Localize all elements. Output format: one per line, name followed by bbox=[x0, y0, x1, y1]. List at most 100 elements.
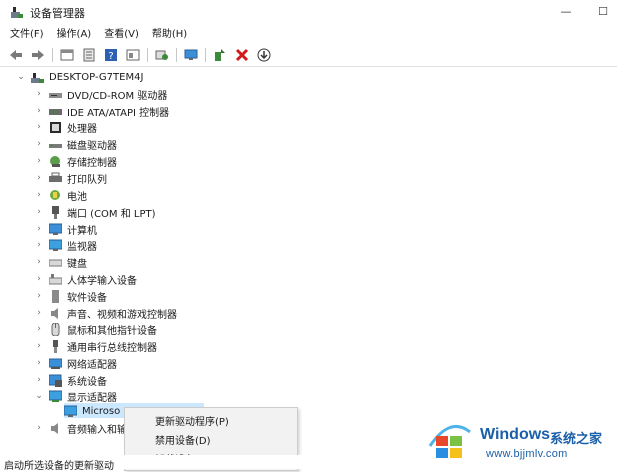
chevron-right-icon[interactable]: › bbox=[34, 305, 44, 321]
chevron-right-icon[interactable]: › bbox=[34, 153, 44, 169]
chevron-right-icon[interactable]: › bbox=[34, 355, 44, 371]
tree-item-label: 鼠标和其他指针设备 bbox=[67, 325, 157, 337]
window-title: 设备管理器 bbox=[30, 7, 85, 20]
tree-item-audio-inputs[interactable]: › 音频输入和输 bbox=[34, 420, 127, 436]
tree-item-label: DVD/CD-ROM 驱动器 bbox=[67, 90, 168, 102]
computer-icon bbox=[49, 223, 62, 235]
tree-item-label: 网络适配器 bbox=[67, 359, 117, 371]
tree-item-label: 显示适配器 bbox=[67, 392, 117, 404]
tree-item[interactable]: › IDE ATA/ATAPI 控制器 bbox=[34, 103, 169, 119]
chevron-right-icon[interactable]: › bbox=[34, 136, 44, 152]
toolbar-separator bbox=[205, 48, 206, 62]
tree-item-label: 音频输入和输 bbox=[67, 424, 127, 436]
toolbar-divider bbox=[0, 66, 617, 67]
tree-item[interactable]: › 电池 bbox=[34, 187, 87, 203]
toolbar: ? bbox=[0, 45, 617, 65]
maximize-button[interactable]: ☐ bbox=[591, 2, 615, 22]
disable-device-menu-item[interactable]: 禁用设备(D) bbox=[155, 432, 211, 447]
tree-item-label: 处理器 bbox=[67, 123, 97, 135]
menu-bar: 文件(F) 操作(A) 查看(V) 帮助(H) bbox=[0, 27, 200, 43]
dvd-drive-icon bbox=[49, 92, 62, 98]
usb-icon bbox=[53, 339, 58, 353]
uninstall-icon[interactable] bbox=[234, 47, 250, 63]
back-icon[interactable] bbox=[8, 47, 24, 63]
menu-file[interactable]: 文件(F) bbox=[10, 27, 51, 43]
tree-item[interactable]: › DVD/CD-ROM 驱动器 bbox=[34, 86, 167, 102]
tree-item[interactable]: › 处理器 bbox=[34, 119, 97, 135]
display-adapter-icon bbox=[49, 390, 62, 402]
update-icon[interactable] bbox=[81, 47, 97, 63]
monitor-icon bbox=[49, 239, 62, 251]
tree-item[interactable]: › 网络适配器 bbox=[34, 355, 117, 371]
tree-item-display-adapters[interactable]: ⌄ 显示适配器 bbox=[34, 388, 117, 404]
tree-item-label: 声音、视频和游戏控制器 bbox=[67, 309, 177, 321]
chevron-right-icon[interactable]: › bbox=[34, 170, 44, 186]
tree-item[interactable]: › 打印队列 bbox=[34, 170, 107, 186]
tree-item[interactable]: › 磁盘驱动器 bbox=[34, 136, 117, 152]
watermark-brand: Windows bbox=[480, 426, 551, 443]
tree-root[interactable]: ⌄ DESKTOP-G7TEM4J bbox=[16, 69, 143, 85]
tree-item[interactable]: › 监视器 bbox=[34, 237, 97, 253]
watermark-url: www.bjjmlv.com bbox=[486, 448, 568, 460]
tree-item[interactable]: › 人体学输入设备 bbox=[34, 271, 137, 287]
chevron-down-icon[interactable]: ⌄ bbox=[16, 69, 26, 85]
chevron-right-icon[interactable]: › bbox=[34, 338, 44, 354]
battery-icon bbox=[50, 189, 60, 200]
tree-item[interactable]: › 鼠标和其他指针设备 bbox=[34, 321, 157, 337]
scan-icon[interactable] bbox=[154, 47, 170, 63]
chevron-right-icon[interactable]: › bbox=[34, 221, 44, 237]
storage-controller-icon bbox=[50, 155, 60, 167]
chevron-right-icon[interactable]: › bbox=[34, 254, 44, 270]
tree-item[interactable]: › 声音、视频和游戏控制器 bbox=[34, 305, 177, 321]
chevron-right-icon[interactable]: › bbox=[34, 204, 44, 220]
hid-icon bbox=[49, 273, 62, 284]
tree-item-label: 计算机 bbox=[67, 225, 97, 237]
chevron-right-icon[interactable]: › bbox=[34, 187, 44, 203]
menu-help[interactable]: 帮助(H) bbox=[152, 27, 194, 43]
chevron-right-icon[interactable]: › bbox=[34, 237, 44, 253]
tree-item[interactable]: › 键盘 bbox=[34, 254, 87, 270]
download-icon[interactable] bbox=[256, 47, 272, 63]
minimize-button[interactable]: — bbox=[554, 2, 578, 22]
processor-icon bbox=[50, 121, 61, 133]
menu-action[interactable]: 操作(A) bbox=[57, 27, 99, 43]
tree-child-label: Microso bbox=[82, 405, 121, 417]
chevron-down-icon[interactable]: ⌄ bbox=[34, 388, 44, 404]
tree-item[interactable]: › 存储控制器 bbox=[34, 153, 117, 169]
tree-item[interactable]: › 通用串行总线控制器 bbox=[34, 338, 157, 354]
device-manager-icon bbox=[11, 7, 23, 18]
tree-item-label: 端口 (COM 和 LPT) bbox=[67, 208, 156, 220]
network-adapter-icon bbox=[49, 358, 62, 369]
menu-view[interactable]: 查看(V) bbox=[104, 27, 146, 43]
windows-logo-icon bbox=[428, 424, 471, 458]
chevron-right-icon[interactable]: › bbox=[34, 103, 44, 119]
tree-child-display-device[interactable]: Microso bbox=[64, 403, 120, 419]
properties-icon[interactable] bbox=[59, 47, 75, 63]
tree-item-label: IDE ATA/ATAPI 控制器 bbox=[67, 107, 170, 119]
tree-item[interactable]: › 软件设备 bbox=[34, 288, 107, 304]
show-hidden-icon[interactable] bbox=[125, 47, 141, 63]
chevron-right-icon[interactable]: › bbox=[34, 372, 44, 388]
svg-text:?: ? bbox=[108, 51, 113, 62]
help-icon[interactable]: ? bbox=[103, 47, 119, 63]
chevron-right-icon[interactable]: › bbox=[34, 321, 44, 337]
update-driver-menu-item[interactable]: 更新驱动程序(P) bbox=[155, 413, 229, 428]
chevron-right-icon[interactable]: › bbox=[34, 420, 44, 436]
add-driver-icon[interactable] bbox=[212, 47, 228, 63]
chevron-right-icon[interactable]: › bbox=[34, 86, 44, 102]
chevron-right-icon[interactable]: › bbox=[34, 119, 44, 135]
forward-icon[interactable] bbox=[30, 47, 46, 63]
monitor-icon[interactable] bbox=[183, 47, 199, 63]
printer-icon bbox=[49, 172, 62, 182]
tree-item-label: 电池 bbox=[67, 191, 87, 203]
ide-controller-icon bbox=[49, 108, 62, 115]
tree-item[interactable]: › 计算机 bbox=[34, 221, 97, 237]
tree-item[interactable]: › 系统设备 bbox=[34, 372, 107, 388]
chevron-right-icon[interactable]: › bbox=[34, 288, 44, 304]
tree-item[interactable]: › 端口 (COM 和 LPT) bbox=[34, 204, 156, 220]
chevron-right-icon[interactable]: › bbox=[34, 271, 44, 287]
port-icon bbox=[52, 205, 59, 219]
mouse-icon bbox=[51, 322, 60, 336]
tree-item-label: 系统设备 bbox=[67, 376, 107, 388]
tree-item-label: 通用串行总线控制器 bbox=[67, 342, 157, 354]
